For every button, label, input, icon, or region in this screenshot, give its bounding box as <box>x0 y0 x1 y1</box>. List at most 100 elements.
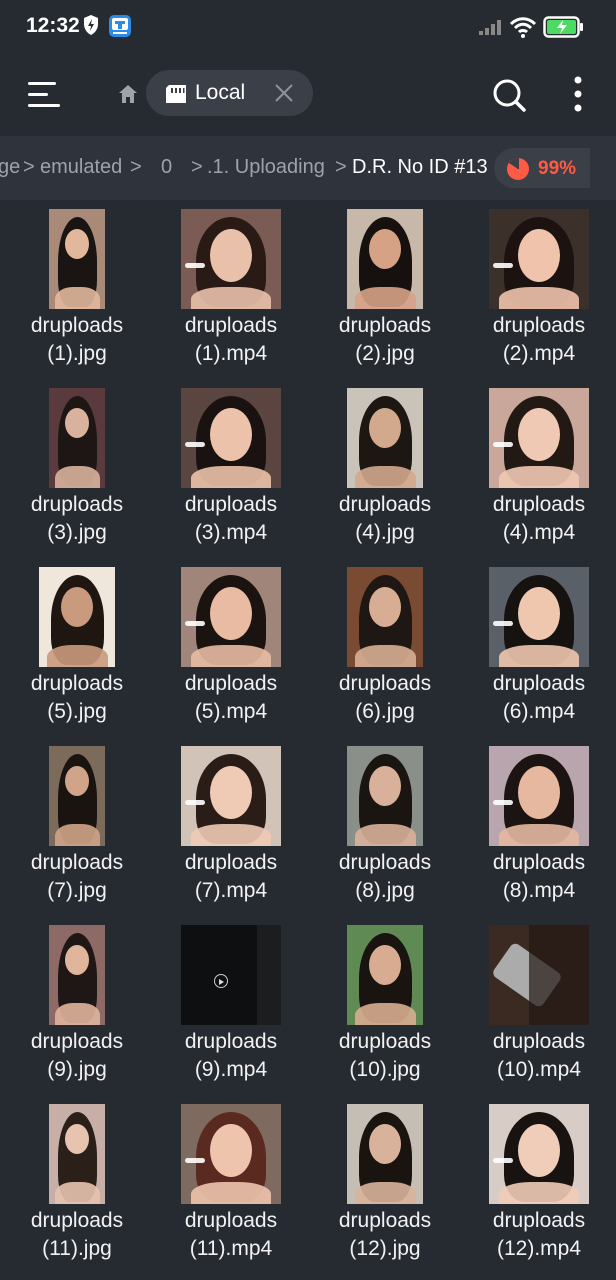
file-item[interactable]: druploads (11).mp4 <box>154 1095 308 1274</box>
more-vertical-icon[interactable] <box>566 74 590 116</box>
hamburger-menu-icon[interactable] <box>26 78 62 112</box>
app-notification-icon <box>108 14 132 43</box>
video-thumbnail <box>489 746 589 846</box>
file-name: druploads <box>30 1030 124 1053</box>
image-thumbnail <box>49 925 105 1025</box>
file-item[interactable]: druploads (8).mp4 <box>462 737 616 916</box>
file-name: druploads <box>184 314 278 337</box>
file-item[interactable]: druploads (11).jpg <box>0 1095 154 1274</box>
breadcrumb-item-storage[interactable]: ge <box>0 156 20 179</box>
file-item[interactable]: druploads (7).mp4 <box>154 737 308 916</box>
file-item[interactable]: druploads (1).mp4 <box>154 200 308 379</box>
file-name-suffix: (4).mp4 <box>502 521 576 544</box>
app-bar: Local <box>0 56 616 136</box>
file-name: druploads <box>184 1030 278 1053</box>
image-thumbnail <box>347 746 423 846</box>
chevron-right-icon: > <box>130 156 142 178</box>
file-name: druploads <box>492 1030 586 1053</box>
file-name: druploads <box>184 1209 278 1232</box>
file-item[interactable]: druploads (5).jpg <box>0 558 154 737</box>
video-thumbnail <box>489 925 589 1025</box>
location-chip-label: Local <box>195 81 246 104</box>
file-name: druploads <box>492 314 586 337</box>
file-name: druploads <box>492 493 586 516</box>
file-name-suffix: (2).jpg <box>355 342 415 365</box>
image-thumbnail <box>347 1104 423 1204</box>
video-thumbnail <box>181 388 281 488</box>
video-thumbnail <box>489 209 589 309</box>
chevron-right-icon: > <box>23 156 35 178</box>
file-name: druploads <box>30 314 124 337</box>
breadcrumb-item-current[interactable]: D.R. No ID #13 <box>352 156 488 179</box>
file-item[interactable]: druploads (7).jpg <box>0 737 154 916</box>
image-thumbnail <box>49 746 105 846</box>
file-name-suffix: (9).jpg <box>47 1058 107 1081</box>
file-item[interactable]: druploads (6).jpg <box>308 558 462 737</box>
file-name-suffix: (6).jpg <box>355 700 415 723</box>
file-name: druploads <box>338 1030 432 1053</box>
image-thumbnail <box>49 388 105 488</box>
file-item[interactable]: druploads (5).mp4 <box>154 558 308 737</box>
video-thumbnail <box>181 1104 281 1204</box>
file-item[interactable]: druploads (12).mp4 <box>462 1095 616 1274</box>
file-item[interactable]: druploads (10).jpg <box>308 916 462 1095</box>
file-name-suffix: (9).mp4 <box>194 1058 268 1081</box>
file-name-suffix: (12).jpg <box>349 1237 421 1260</box>
file-item[interactable]: druploads (6).mp4 <box>462 558 616 737</box>
file-item[interactable]: druploads (9).mp4 <box>154 916 308 1095</box>
file-name-suffix: (3).mp4 <box>194 521 268 544</box>
chevron-right-icon: > <box>191 156 203 178</box>
file-item[interactable]: druploads (8).jpg <box>308 737 462 916</box>
breadcrumb-item-emulated[interactable]: emulated <box>40 156 122 179</box>
file-name-suffix: (4).jpg <box>355 521 415 544</box>
file-name: druploads <box>30 493 124 516</box>
file-name-suffix: (10).jpg <box>349 1058 421 1081</box>
sd-card-icon <box>164 84 188 109</box>
status-bar: 12:32 <box>0 0 616 56</box>
file-name: druploads <box>184 851 278 874</box>
storage-usage-badge[interactable]: 99% <box>494 148 590 188</box>
file-name-suffix: (7).mp4 <box>194 879 268 902</box>
file-name: druploads <box>30 1209 124 1232</box>
breadcrumb-item-uploading[interactable]: .1. Uploading <box>207 156 325 179</box>
image-thumbnail <box>49 209 105 309</box>
file-item[interactable]: druploads (3).mp4 <box>154 379 308 558</box>
file-item[interactable]: druploads (9).jpg <box>0 916 154 1095</box>
location-chip[interactable]: Local <box>146 70 313 116</box>
file-name-suffix: (11).mp4 <box>189 1237 273 1260</box>
home-icon[interactable] <box>117 83 139 105</box>
file-name-suffix: (8).jpg <box>355 879 415 902</box>
file-name-suffix: (3).jpg <box>47 521 107 544</box>
file-name-suffix: (7).jpg <box>47 879 107 902</box>
file-item[interactable]: druploads (3).jpg <box>0 379 154 558</box>
file-item[interactable]: druploads (10).mp4 <box>462 916 616 1095</box>
search-icon[interactable] <box>490 76 528 114</box>
file-name-suffix: (12).mp4 <box>496 1237 582 1260</box>
file-name-suffix: (2).mp4 <box>502 342 576 365</box>
close-icon[interactable] <box>274 83 294 103</box>
image-thumbnail <box>49 1104 105 1204</box>
file-item[interactable]: druploads (2).mp4 <box>462 200 616 379</box>
video-thumbnail <box>181 209 281 309</box>
file-item[interactable]: druploads (4).jpg <box>308 379 462 558</box>
breadcrumb-item-0[interactable]: 0 <box>161 156 172 179</box>
file-name: druploads <box>30 851 124 874</box>
video-thumbnail <box>181 925 281 1025</box>
file-name: druploads <box>338 851 432 874</box>
file-item[interactable]: druploads (2).jpg <box>308 200 462 379</box>
file-name: druploads <box>492 1209 586 1232</box>
file-name: druploads <box>184 493 278 516</box>
wifi-icon <box>509 16 537 43</box>
battery-charging-icon <box>543 16 585 43</box>
file-name: druploads <box>338 314 432 337</box>
file-item[interactable]: druploads (1).jpg <box>0 200 154 379</box>
image-thumbnail <box>347 925 423 1025</box>
file-name: druploads <box>338 672 432 695</box>
file-item[interactable]: druploads (12).jpg <box>308 1095 462 1274</box>
storage-usage-value: 99% <box>538 158 577 179</box>
video-thumbnail <box>181 567 281 667</box>
file-item[interactable]: druploads (4).mp4 <box>462 379 616 558</box>
chevron-right-icon: > <box>335 156 347 178</box>
video-thumbnail <box>489 1104 589 1204</box>
video-thumbnail <box>181 746 281 846</box>
